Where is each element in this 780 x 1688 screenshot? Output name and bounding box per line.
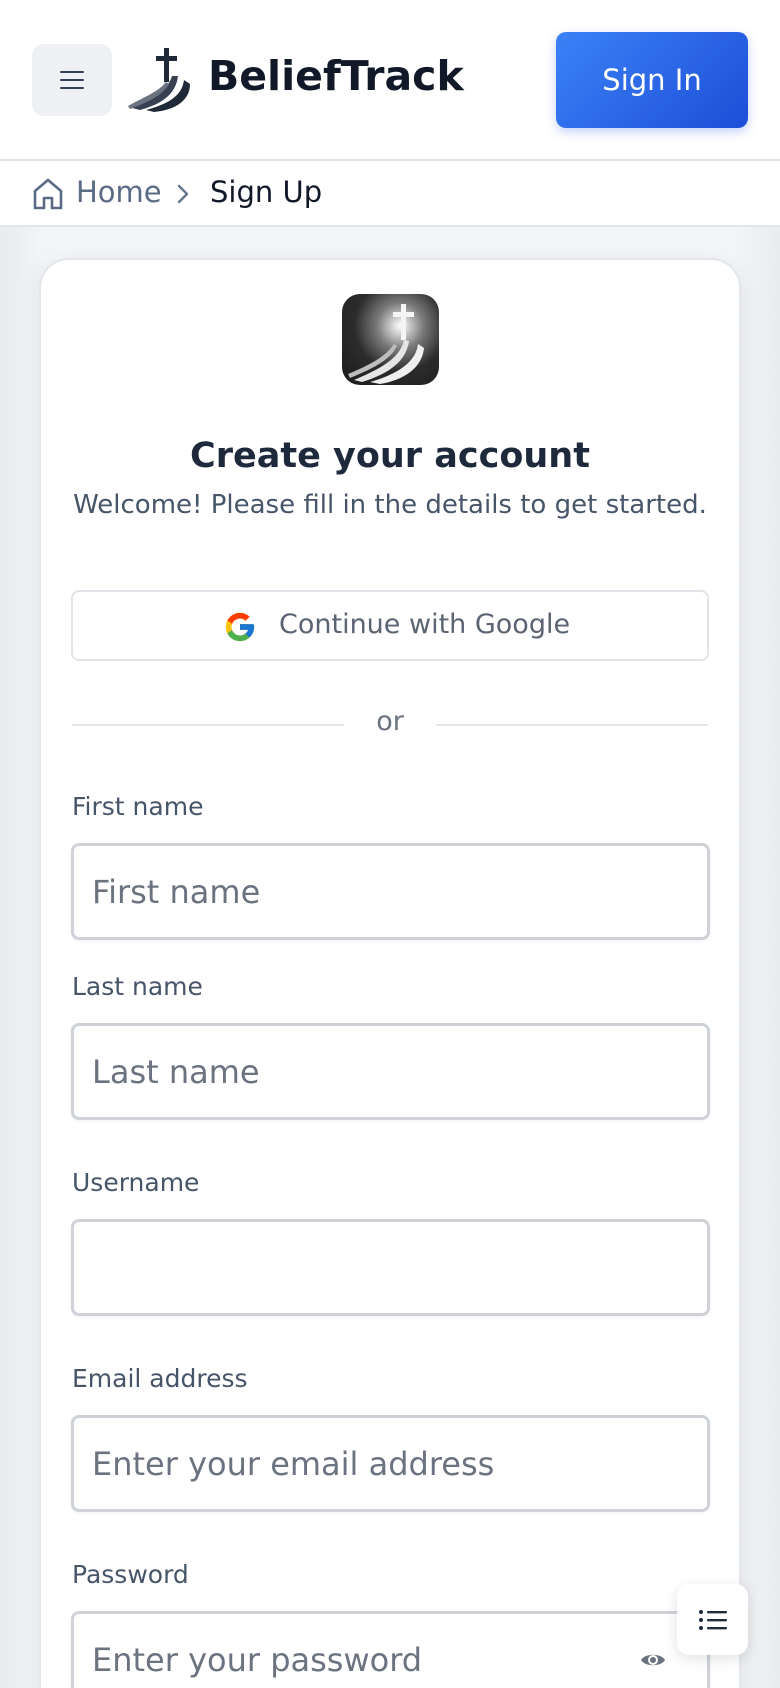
card-title: Create your account	[190, 436, 590, 476]
brand-logo-icon	[128, 48, 190, 112]
chevron-right-icon	[177, 184, 189, 204]
breadcrumb-current: Sign Up	[210, 175, 323, 209]
first-name-label: First name	[72, 792, 204, 821]
continue-with-google-button[interactable]: Continue with Google	[71, 590, 709, 661]
home-icon[interactable]	[32, 177, 64, 211]
divider-line-right	[436, 724, 708, 726]
password-label: Password	[72, 1560, 189, 1589]
google-g-icon	[225, 612, 255, 642]
first-name-input[interactable]	[71, 843, 710, 940]
breadcrumb: Home Sign Up	[0, 161, 780, 227]
password-input[interactable]	[71, 1611, 710, 1688]
brand-name[interactable]: BeliefTrack	[208, 52, 464, 100]
eye-icon[interactable]	[639, 1648, 667, 1672]
breadcrumb-home-link[interactable]: Home	[76, 175, 162, 209]
email-input[interactable]	[71, 1415, 710, 1512]
username-label: Username	[72, 1168, 200, 1197]
divider-or: or	[376, 706, 404, 737]
divider-line-left	[72, 724, 344, 726]
sign-in-button[interactable]: Sign In	[556, 32, 748, 128]
email-label: Email address	[72, 1364, 248, 1393]
app-logo-icon	[342, 294, 439, 385]
last-name-label: Last name	[72, 972, 203, 1001]
list-icon	[698, 1609, 727, 1630]
table-of-contents-button[interactable]	[677, 1584, 748, 1655]
menu-button[interactable]	[32, 44, 112, 116]
top-header: BeliefTrack Sign In	[0, 0, 780, 161]
username-input[interactable]	[71, 1219, 710, 1316]
google-button-label: Continue with Google	[279, 609, 571, 640]
card-subtitle: Welcome! Please fill in the details to g…	[73, 490, 707, 520]
hamburger-icon	[60, 71, 84, 89]
last-name-input[interactable]	[71, 1023, 710, 1120]
